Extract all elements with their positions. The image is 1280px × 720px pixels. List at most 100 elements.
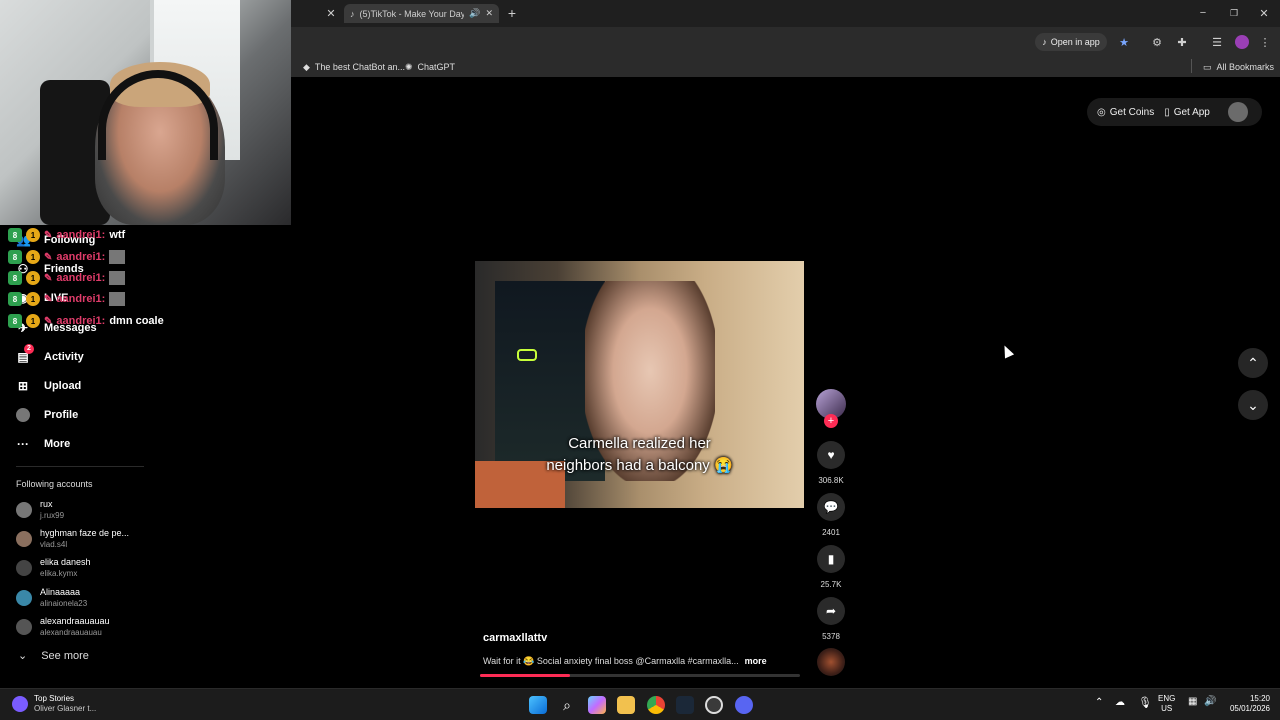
account-item[interactable]: elika danesh elika.kymx	[16, 554, 91, 582]
search-icon[interactable]: ⌕	[558, 696, 576, 714]
more-link[interactable]: more	[745, 656, 767, 667]
chat-text: wtf	[109, 229, 126, 241]
weather-news-icon	[12, 696, 28, 712]
news-title: Top Stories	[34, 694, 75, 703]
address-bar[interactable]	[291, 27, 1280, 57]
gift-badge-icon: 1	[26, 292, 40, 306]
bookmark-chatgpt[interactable]: ✺ ChatGPT	[405, 60, 455, 74]
previous-video-button[interactable]: ⌃	[1238, 348, 1268, 378]
gift-badge-icon: 1	[26, 314, 40, 328]
close-tab-icon[interactable]: ✕	[485, 8, 493, 19]
news-widget[interactable]: Top Stories Oliver Glasner t...	[12, 694, 96, 714]
chat-message: 8 1 ✎ aandrei1:	[8, 290, 126, 308]
clock[interactable]: 15:20 05/01/2026	[1228, 694, 1270, 714]
activity-icon: ▤ 2	[16, 344, 34, 364]
video-progress-fill	[480, 674, 570, 677]
avatar	[16, 619, 32, 635]
minimize-icon[interactable]: −	[1196, 6, 1210, 20]
news-subtitle: Oliver Glasner t...	[34, 704, 97, 713]
pen-icon: ✎	[44, 293, 53, 305]
save-count: 25.7K	[820, 580, 842, 589]
open-in-app-button[interactable]: ♪ Open in app	[1035, 33, 1107, 51]
steam-icon[interactable]	[676, 696, 694, 714]
chat-username: aandrei1:	[56, 315, 106, 327]
new-tab-icon[interactable]: +	[505, 5, 519, 21]
discord-icon[interactable]	[735, 696, 753, 714]
avatar	[16, 502, 32, 518]
nav-label: Activity	[44, 351, 84, 363]
close-window-icon[interactable]: ✕	[1257, 6, 1271, 20]
volume-icon[interactable]: 🔊	[1204, 696, 1216, 707]
tab-tiktok[interactable]: ♪ (5)TikTok - Make Your Day 🔊 ✕	[344, 4, 499, 23]
clock-time: 15:20	[1249, 694, 1270, 703]
language-indicator[interactable]: ENG US	[1158, 694, 1175, 714]
emote-icon	[109, 271, 126, 285]
microphone-icon[interactable]: 🎙	[1138, 696, 1152, 709]
get-coins-button[interactable]: ◎ Get Coins	[1097, 107, 1154, 118]
profile-icon	[16, 408, 30, 422]
like-button[interactable]: ♥	[817, 441, 845, 469]
close-tab-icon[interactable]: ✕	[324, 6, 338, 20]
get-coins-label: Get Coins	[1109, 106, 1155, 118]
obs-icon[interactable]	[705, 696, 723, 714]
extensions-puzzle-icon[interactable]: ✚	[1175, 35, 1189, 49]
emote-icon	[109, 292, 126, 306]
nav-upload[interactable]: ⊞ Upload	[16, 375, 81, 397]
save-button[interactable]: ▮	[817, 545, 845, 573]
bookmark-icon: ◆	[303, 61, 310, 72]
file-explorer-icon[interactable]	[617, 696, 635, 714]
bookmark-label: ChatGPT	[417, 62, 456, 72]
maximize-icon[interactable]: ❐	[1227, 6, 1241, 20]
all-bookmarks[interactable]: ▭ All Bookmarks	[1203, 60, 1274, 74]
pen-icon: ✎	[44, 251, 53, 263]
share-button[interactable]: ➦	[817, 597, 845, 625]
chrome-icon[interactable]	[647, 696, 665, 714]
caption-line: Carmella realized her	[568, 435, 711, 452]
next-video-button[interactable]: ⌄	[1238, 390, 1268, 420]
pen-icon: ✎	[44, 315, 53, 327]
subscriber-badge-icon: 8	[8, 314, 22, 328]
lang-top: ENG	[1158, 694, 1176, 703]
speaker-icon[interactable]: 🔊	[469, 8, 480, 19]
tray-overflow-icon[interactable]: ⌃	[1095, 697, 1103, 708]
extension-icon[interactable]: ⚙	[1150, 35, 1164, 49]
start-windows-icon[interactable]	[529, 696, 547, 714]
account-item[interactable]: rux j.rux99	[16, 496, 64, 524]
nav-label: More	[44, 438, 71, 450]
nav-more[interactable]: ··· More	[16, 433, 70, 455]
user-avatar[interactable]	[1227, 102, 1248, 122]
nav-profile[interactable]: Profile	[16, 404, 78, 426]
account-handle: elika.kymx	[40, 569, 78, 578]
comment-button[interactable]: 💬	[817, 493, 845, 521]
bookmark-star-icon[interactable]: ★	[1117, 35, 1131, 49]
nav-activity[interactable]: ▤ 2 Activity	[16, 344, 84, 368]
menu-kebab-icon[interactable]: ⋮	[1259, 35, 1271, 49]
get-app-button[interactable]: ▯ Get App	[1164, 107, 1210, 118]
account-name: rux	[40, 499, 53, 509]
see-more-button[interactable]: ⌄ See more	[18, 649, 89, 663]
heart-icon: ♥	[827, 448, 835, 462]
account-item[interactable]: hyghman faze de pe... vlad.s4l	[16, 525, 129, 553]
copilot-icon[interactable]	[588, 696, 606, 714]
account-handle: alexandraauauau	[40, 628, 102, 637]
onedrive-icon[interactable]: ☁	[1115, 697, 1125, 708]
webcam-overlay	[0, 0, 291, 225]
network-icon[interactable]: ▦	[1188, 696, 1197, 707]
chat-message: 8 1 ✎ aandrei1: wtf	[8, 226, 125, 244]
bookmark-chatbot[interactable]: ◆ The best ChatBot an...	[303, 60, 405, 74]
browser-tab-bar: ✕ ♪ (5)TikTok - Make Your Day 🔊 ✕ + − ❐ …	[291, 0, 1280, 27]
media-control-icon[interactable]: ☰	[1210, 35, 1224, 49]
profile-avatar[interactable]	[1235, 35, 1249, 49]
account-item[interactable]: alexandraauauau alexandraauauau	[16, 613, 110, 641]
video-progress-bar[interactable]	[480, 674, 800, 677]
video-author[interactable]: carmaxllattv	[483, 632, 547, 644]
music-disc-icon[interactable]	[817, 648, 845, 676]
account-handle: alinaionela23	[40, 599, 88, 608]
nav-label: Upload	[44, 380, 82, 392]
account-item[interactable]: Alinaaaaa alinaionela23	[16, 584, 87, 612]
following-accounts-title: Following accounts	[16, 479, 93, 489]
account-name: alexandraauauau	[40, 616, 110, 626]
video-player[interactable]: Carmella realized her neighbors had a ba…	[475, 261, 804, 508]
gift-badge-icon: 1	[26, 228, 40, 242]
follow-plus-icon[interactable]: +	[824, 414, 838, 428]
